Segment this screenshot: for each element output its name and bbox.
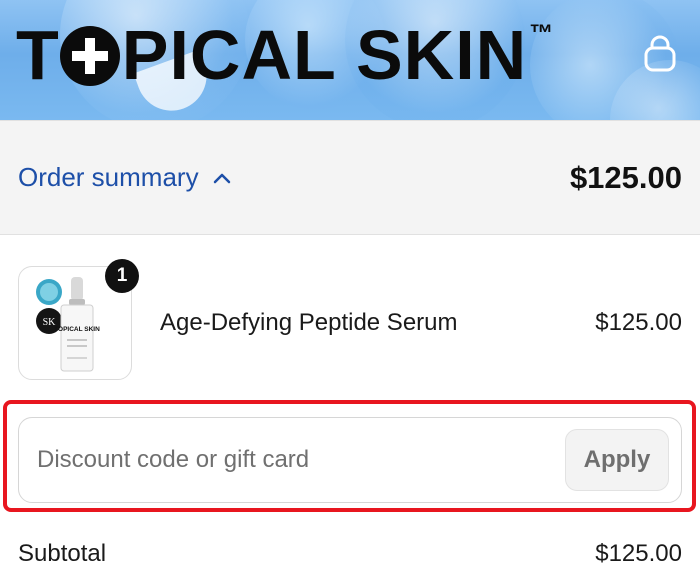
subtotal-label: Subtotal — [18, 540, 107, 567]
brand-logo[interactable]: T PICAL SKIN ™ — [16, 20, 554, 90]
trademark-symbol: ™ — [529, 20, 555, 47]
logo-text-end: PICAL SKIN — [121, 16, 528, 94]
shopping-bag-icon — [644, 35, 676, 72]
order-summary-label: Order summary — [18, 162, 199, 192]
logo-text-start: T — [16, 16, 60, 94]
subtotal-row: Subtotal $125.00 — [18, 540, 682, 568]
cart-button[interactable] — [640, 34, 680, 74]
plus-circle-icon — [59, 26, 120, 86]
order-total: $125.00 — [569, 159, 682, 195]
quantity-badge: 1 — [105, 259, 139, 293]
discount-code-field[interactable]: Apply — [18, 417, 682, 503]
header-banner: T PICAL SKIN ™ — [0, 0, 700, 120]
product-name: Age-Defying Peptide Serum — [160, 309, 458, 336]
chevron-up-icon — [213, 173, 230, 183]
bottle-brand-text: TOPICAL SKIN — [54, 326, 100, 333]
line-item: SK TOPICAL SKIN 1 Age-Defying Peptide Se… — [18, 259, 682, 381]
subtotal-value: $125.00 — [595, 540, 682, 567]
discount-code-input[interactable] — [37, 446, 565, 474]
apply-button[interactable]: Apply — [565, 429, 669, 491]
product-thumbnail: SK TOPICAL SKIN 1 — [18, 259, 139, 380]
order-summary-bar: Order summary $125.00 — [0, 120, 700, 235]
order-summary-toggle[interactable]: Order summary — [18, 162, 231, 193]
product-price: $125.00 — [595, 309, 682, 336]
